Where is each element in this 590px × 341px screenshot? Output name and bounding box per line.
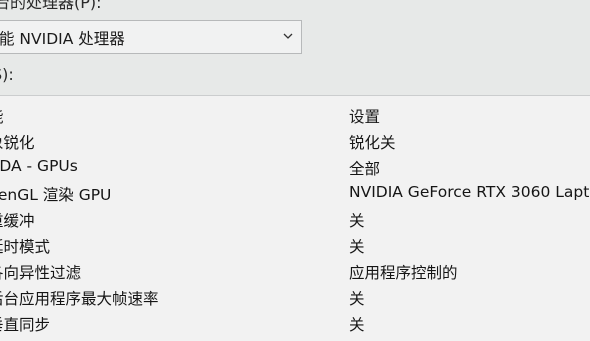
table-row[interactable]: 垂直同步 关 <box>0 310 590 336</box>
feature-name: 垂直同步 <box>0 316 51 334</box>
table-row[interactable]: 后台应用程序最大帧速率 关 <box>0 284 590 310</box>
feature-name: 象锐化 <box>0 134 35 152</box>
settings-section-label: S): <box>0 65 14 84</box>
feature-setting[interactable]: 关 <box>349 287 365 309</box>
dropdown-selected-value: 能 NVIDIA 处理器 <box>0 30 125 48</box>
table-row[interactable]: 象锐化 锐化关 <box>0 128 590 154</box>
chevron-down-icon <box>283 33 293 39</box>
table-row[interactable]: 重缓冲 关 <box>0 206 590 232</box>
feature-name: UDA - GPUs <box>0 157 78 175</box>
table-row[interactable]: 各向异性过滤 应用程序控制的 <box>0 258 590 284</box>
settings-table: 能 设置 象锐化 锐化关 UDA - GPUs 全部 penGL 渲染 GPU … <box>0 95 590 341</box>
feature-name: 后台应用程序最大帧速率 <box>0 290 159 308</box>
feature-setting[interactable]: 应用程序控制的 <box>349 261 458 283</box>
table-row[interactable]: UDA - GPUs 全部 <box>0 154 590 180</box>
feature-setting[interactable]: 关 <box>349 209 365 231</box>
preferred-processor-label: 台的处理器(P): <box>0 0 102 12</box>
feature-setting[interactable]: 关 <box>349 235 365 257</box>
preferred-processor-dropdown[interactable]: 能 NVIDIA 处理器 <box>0 20 302 54</box>
table-header: 能 设置 <box>0 102 590 128</box>
feature-setting[interactable]: 全部 <box>349 157 380 179</box>
feature-name: 延时模式 <box>0 238 51 256</box>
feature-setting[interactable]: NVIDIA GeForce RTX 3060 Lapt <box>349 183 589 201</box>
feature-name: 重缓冲 <box>0 212 35 230</box>
table-row[interactable]: penGL 渲染 GPU NVIDIA GeForce RTX 3060 Lap… <box>0 180 590 206</box>
feature-name: 各向异性过滤 <box>0 264 82 282</box>
feature-setting[interactable]: 锐化关 <box>349 131 396 153</box>
feature-name: penGL 渲染 GPU <box>0 186 112 204</box>
setting-column-header: 设置 <box>349 108 381 126</box>
feature-column-header: 能 <box>0 105 4 127</box>
table-row[interactable]: 延时模式 关 <box>0 232 590 258</box>
feature-setting[interactable]: 关 <box>349 313 365 335</box>
